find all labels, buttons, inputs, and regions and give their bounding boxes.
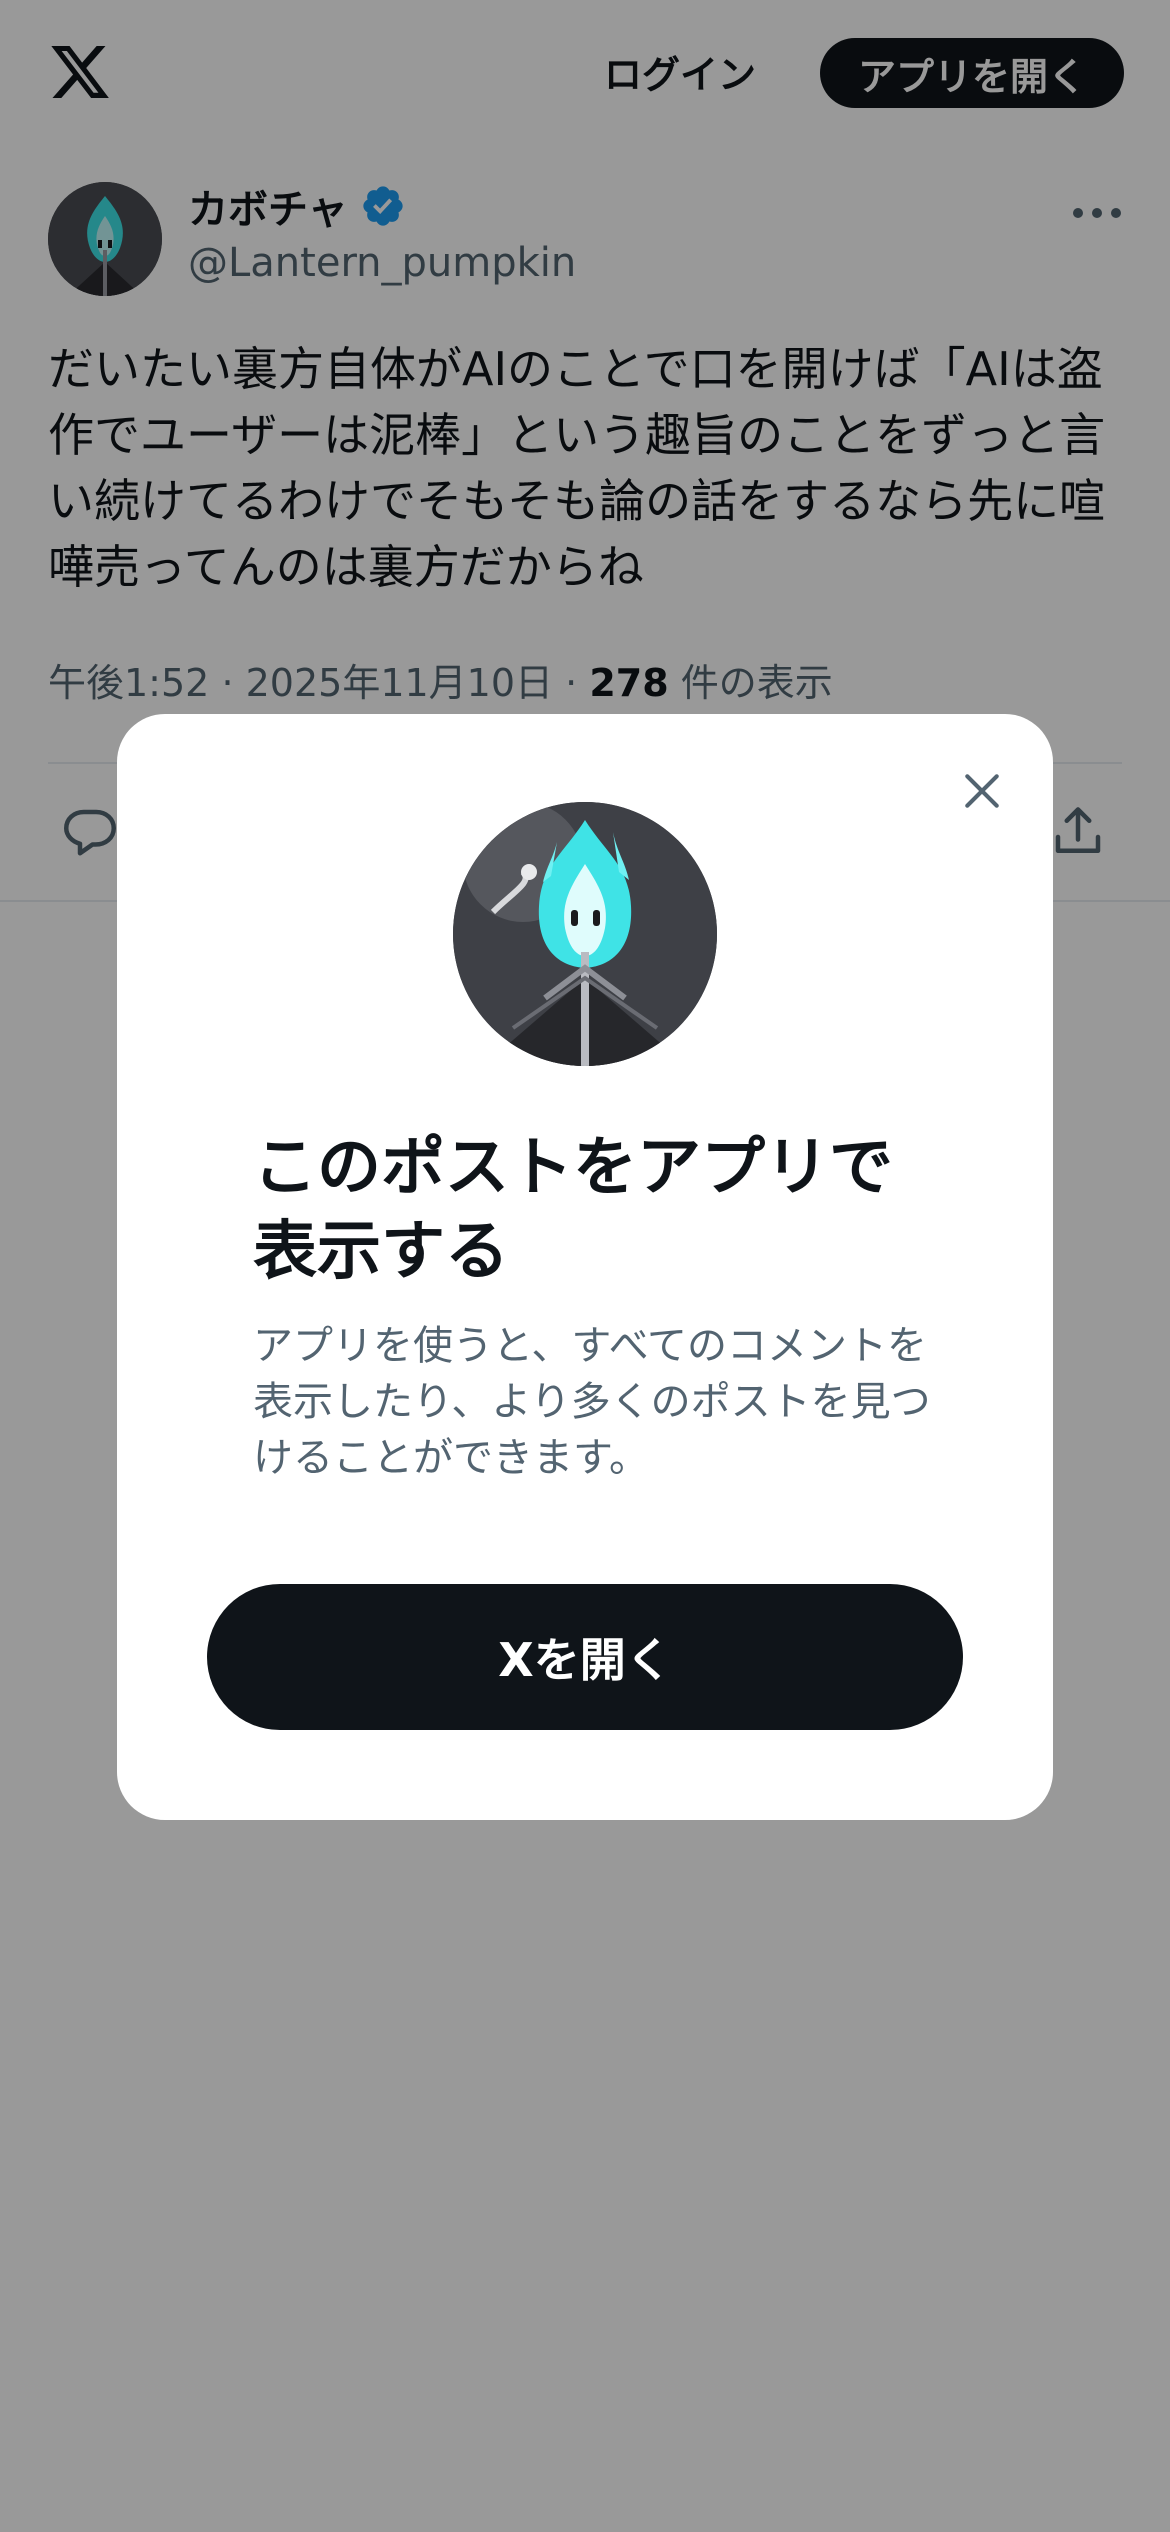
close-icon[interactable] (947, 756, 1017, 826)
modal-description: アプリを使うと、すべてのコメントを表示したり、より多くのポストを見つけることがで… (253, 1323, 931, 1481)
open-x-button[interactable]: Xを開く (207, 1584, 963, 1730)
open-in-app-modal: このポストをアプリで表示する アプリを使うと、すべてのコメントを表示したり、より… (117, 714, 1053, 1820)
modal-title: このポストをアプリで表示する (253, 1131, 893, 1289)
author-avatar-large (453, 802, 717, 1066)
